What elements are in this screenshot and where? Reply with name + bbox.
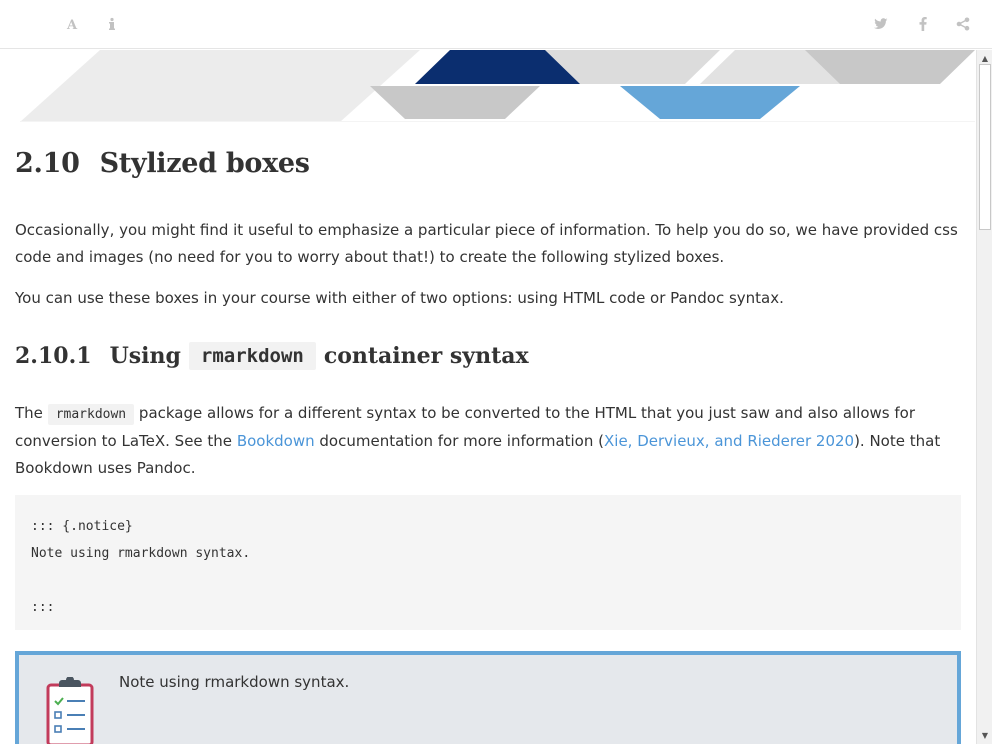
book-toolbar: A: [0, 0, 992, 49]
intro-paragraph: Occasionally, you might find it useful t…: [15, 221, 958, 266]
code-line: Note using rmarkdown syntax.: [31, 546, 251, 561]
facebook-icon: [919, 17, 927, 31]
options-paragraph: You can use these boxes in your course w…: [15, 289, 784, 307]
subsection-title-after: container syntax: [323, 343, 529, 369]
font-settings-button[interactable]: A: [61, 12, 85, 36]
code-line: :::: [31, 600, 55, 615]
code-block: ::: {.notice} Note using rmarkdown synta…: [15, 495, 961, 630]
code-line: ::: {.notice}: [31, 519, 133, 534]
citation-link[interactable]: Xie, Dervieux, and Riederer 2020: [604, 432, 854, 450]
para3-text-3: documentation for more information (: [319, 432, 604, 450]
section-heading: 2.10 Stylized boxes: [15, 148, 310, 179]
para3-inline-code: rmarkdown: [47, 404, 135, 425]
subsection-number: 2.10.1: [15, 343, 92, 369]
notice-text: Note using rmarkdown syntax.: [119, 673, 350, 691]
bookdown-link[interactable]: Bookdown: [237, 432, 315, 450]
page-content: 2.10 Stylized boxes Occasionally, you mig…: [0, 50, 976, 744]
font-icon: A: [66, 18, 78, 31]
section-title: Stylized boxes: [99, 148, 310, 179]
scroll-down-arrow-icon[interactable]: ▼: [980, 730, 990, 740]
vertical-scrollbar[interactable]: ▲ ▼: [976, 50, 992, 744]
notice-box: Note using rmarkdown syntax.: [15, 651, 961, 744]
subsection-heading: 2.10.1 Using rmarkdown container syntax: [15, 342, 529, 370]
info-button[interactable]: [100, 12, 124, 36]
section-number: 2.10: [15, 148, 80, 179]
svg-text:A: A: [66, 18, 78, 31]
subsection-title-code: rmarkdown: [188, 342, 316, 370]
twitter-share-button[interactable]: [869, 12, 893, 36]
clipboard-checklist-icon: [46, 677, 94, 744]
scroll-up-arrow-icon[interactable]: ▲: [980, 53, 990, 63]
para3-text-1: The: [15, 404, 43, 422]
scrollbar-thumb[interactable]: [979, 64, 991, 230]
subsection-title-before: Using: [109, 343, 181, 369]
share-button[interactable]: [951, 12, 975, 36]
twitter-icon: [874, 18, 888, 29]
info-icon: [109, 17, 115, 30]
facebook-share-button[interactable]: [911, 12, 935, 36]
rmarkdown-paragraph: The rmarkdown package allows for a diffe…: [15, 400, 960, 482]
header-banner-image: [20, 50, 975, 122]
share-icon: [956, 17, 970, 31]
